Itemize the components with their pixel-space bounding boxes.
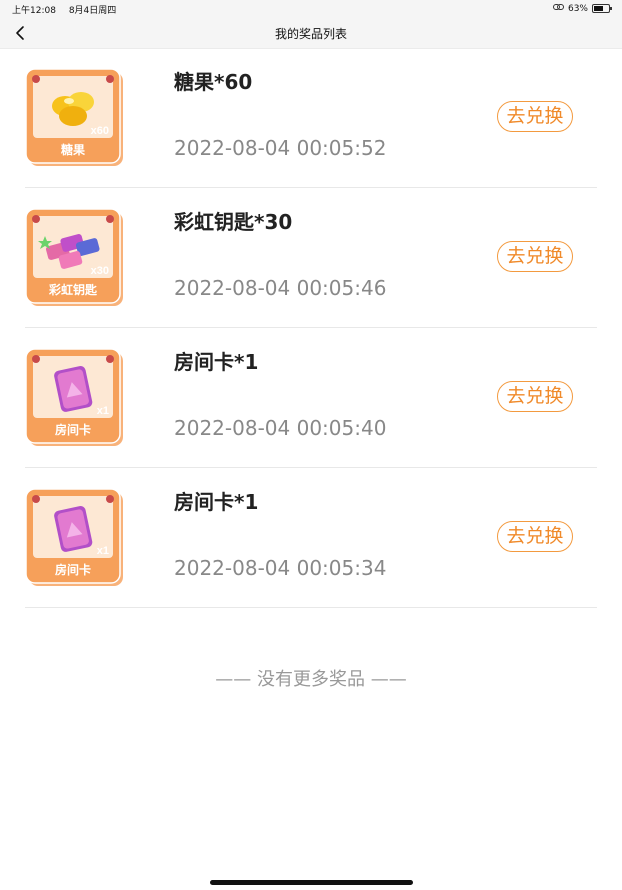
redeem-button[interactable]: 去兑换 (497, 241, 573, 272)
card-label: 房间卡 (55, 562, 91, 577)
prize-item: x1 房间卡 房间卡*1 2022-08-04 00:05:34 去兑换 (25, 468, 597, 608)
rainbow-key-icon: x30 彩虹钥匙 (25, 208, 123, 306)
count-badge: x30 (91, 265, 109, 277)
redeem-button[interactable]: 去兑换 (497, 101, 573, 132)
candy-icon: x60 糖果 (25, 68, 123, 166)
prize-item: x1 房间卡 房间卡*1 2022-08-04 00:05:40 去兑换 (25, 328, 597, 468)
nav-bar: 我的奖品列表 (0, 18, 622, 49)
count-badge: x1 (97, 405, 109, 417)
no-more-prizes-text: —— 没有更多奖品 —— (215, 669, 407, 690)
prize-name: 房间卡*1 (174, 350, 259, 374)
status-bar: 上午12:08 8月4日周四 63% (0, 0, 622, 18)
prize-date: 2022-08-04 00:05:40 (174, 416, 387, 440)
prize-name: 房间卡*1 (174, 490, 259, 514)
prize-date: 2022-08-04 00:05:52 (174, 136, 387, 160)
redeem-button[interactable]: 去兑换 (497, 521, 573, 552)
home-indicator[interactable] (210, 880, 413, 885)
prize-item: x30 彩虹钥匙 彩虹钥匙*30 2022-08-04 00:05:46 去兑换 (25, 188, 597, 328)
prize-date: 2022-08-04 00:05:34 (174, 556, 387, 580)
page-title: 我的奖品列表 (274, 27, 347, 41)
link-icon (552, 3, 564, 14)
prize-name: 糖果*60 (174, 70, 253, 94)
count-badge: x1 (97, 545, 109, 557)
card-label: 糖果 (61, 142, 85, 157)
room-card-icon: x1 房间卡 (25, 348, 123, 446)
battery-percent: 63% (567, 3, 588, 14)
prize-list: x60 糖果 糖果*60 2022-08-04 00:05:52 去兑换 x30… (0, 48, 622, 608)
prize-item: x60 糖果 糖果*60 2022-08-04 00:05:52 去兑换 (25, 48, 597, 188)
card-label: 房间卡 (55, 422, 91, 437)
status-time: 上午12:08 (12, 6, 56, 16)
prize-date: 2022-08-04 00:05:46 (174, 276, 387, 300)
battery-icon (592, 4, 612, 13)
status-date: 8月4日周四 (68, 6, 117, 16)
card-label: 彩虹钥匙 (48, 282, 98, 297)
redeem-button[interactable]: 去兑换 (497, 381, 573, 412)
room-card-icon: x1 房间卡 (25, 488, 123, 586)
prize-name: 彩虹钥匙*30 (174, 210, 293, 234)
count-badge: x60 (91, 125, 109, 137)
